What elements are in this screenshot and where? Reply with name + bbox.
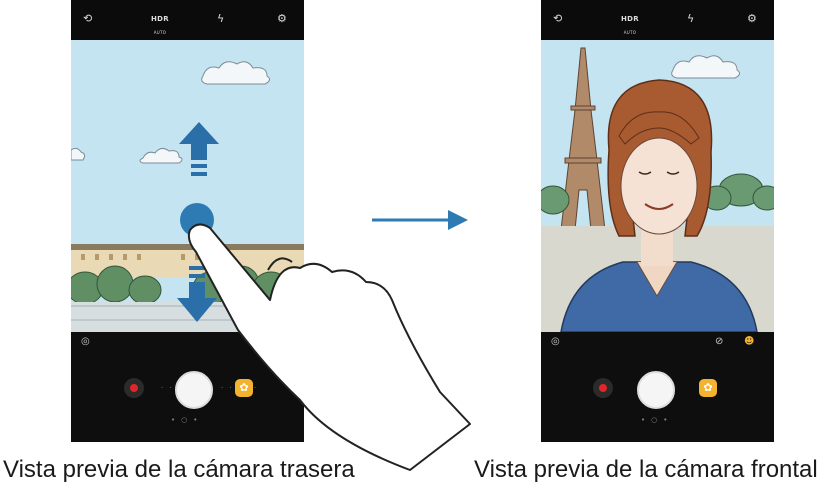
front-camera-caption: Vista previa de la cámara frontal [474,456,818,483]
transition-arrow [372,210,468,230]
rear-camera-caption: Vista previa de la cámara trasera [3,456,355,483]
overlay-illustration [187,210,471,471]
hand-gesture [187,223,471,471]
